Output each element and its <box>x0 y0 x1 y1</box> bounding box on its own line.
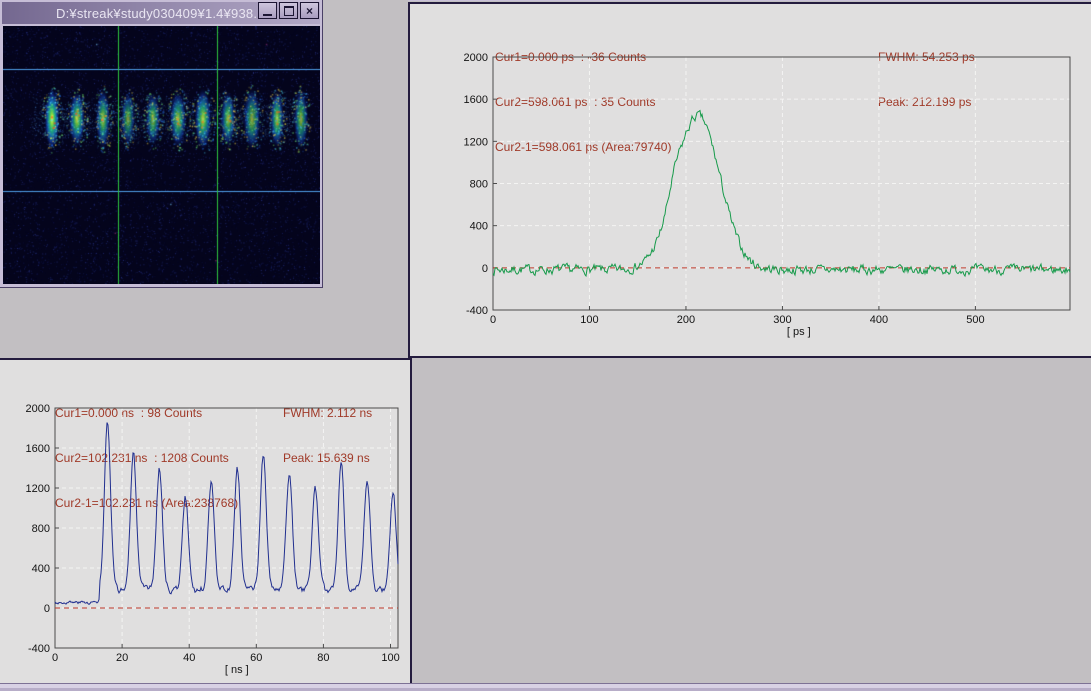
y-tick-label: 400 <box>470 221 488 233</box>
x-axis-unit-label: [ ps ] <box>787 326 811 338</box>
profile-trace <box>492 109 1071 278</box>
x-tick-label: 0 <box>52 652 58 664</box>
window-title: D:¥streak¥study030409¥1.4¥938. <box>56 5 258 21</box>
desktop: Cur1=0.000 ps : -36 Counts Cur2=598.061 … <box>0 0 1091 691</box>
streak-image-window: D:¥streak¥study030409¥1.4¥938. × <box>0 0 323 288</box>
x-tick-label: 80 <box>317 652 329 664</box>
y-tick-label: 2000 <box>26 403 50 415</box>
x-tick-label: 400 <box>870 314 888 326</box>
x-tick-label: 100 <box>381 652 399 664</box>
maximize-button[interactable] <box>279 2 298 19</box>
y-tick-label: 400 <box>32 563 50 575</box>
x-tick-label: 40 <box>183 652 195 664</box>
x-tick-label: 60 <box>250 652 262 664</box>
ps-profile-plot[interactable]: 0 100 200 300 400 5002000160012008004000-400[… <box>410 4 1089 356</box>
y-tick-label: -400 <box>28 643 50 655</box>
x-tick-label: 300 <box>773 314 791 326</box>
window-controls: × <box>258 2 319 19</box>
y-tick-label: 1600 <box>464 94 488 106</box>
x-tick-label: 500 <box>966 314 984 326</box>
y-tick-label: 1200 <box>26 483 50 495</box>
maximize-icon <box>283 5 294 16</box>
minimize-button[interactable] <box>258 2 277 19</box>
ns-profile-plot[interactable]: 0 20 40 60 80 1002000160012008004000-400[ ns … <box>0 360 410 684</box>
streak-camera-image[interactable] <box>3 26 320 284</box>
y-tick-label: 1200 <box>464 136 488 148</box>
x-axis-unit-label: [ ns ] <box>225 664 249 676</box>
minimize-icon <box>263 14 272 16</box>
profile-panel-ns: Cur1=0.000 ns : 98 Counts Cur2=102.231 n… <box>0 358 412 684</box>
profile-panel-ps: Cur1=0.000 ps : -36 Counts Cur2=598.061 … <box>408 2 1091 358</box>
y-tick-label: 800 <box>470 179 488 191</box>
x-tick-label: 200 <box>677 314 695 326</box>
y-tick-label: -400 <box>466 305 488 317</box>
bottom-window-edge <box>0 683 1091 691</box>
close-button[interactable]: × <box>300 2 319 19</box>
y-tick-label: 0 <box>44 603 50 615</box>
y-tick-label: 800 <box>32 523 50 535</box>
profile-trace <box>54 422 399 606</box>
panel-top-accent <box>408 0 1091 1</box>
x-tick-label: 100 <box>580 314 598 326</box>
y-tick-label: 0 <box>482 263 488 275</box>
close-icon: × <box>305 3 313 18</box>
x-tick-label: 0 <box>490 314 496 326</box>
y-tick-label: 2000 <box>464 52 488 64</box>
y-tick-label: 1600 <box>26 443 50 455</box>
x-tick-label: 20 <box>116 652 128 664</box>
